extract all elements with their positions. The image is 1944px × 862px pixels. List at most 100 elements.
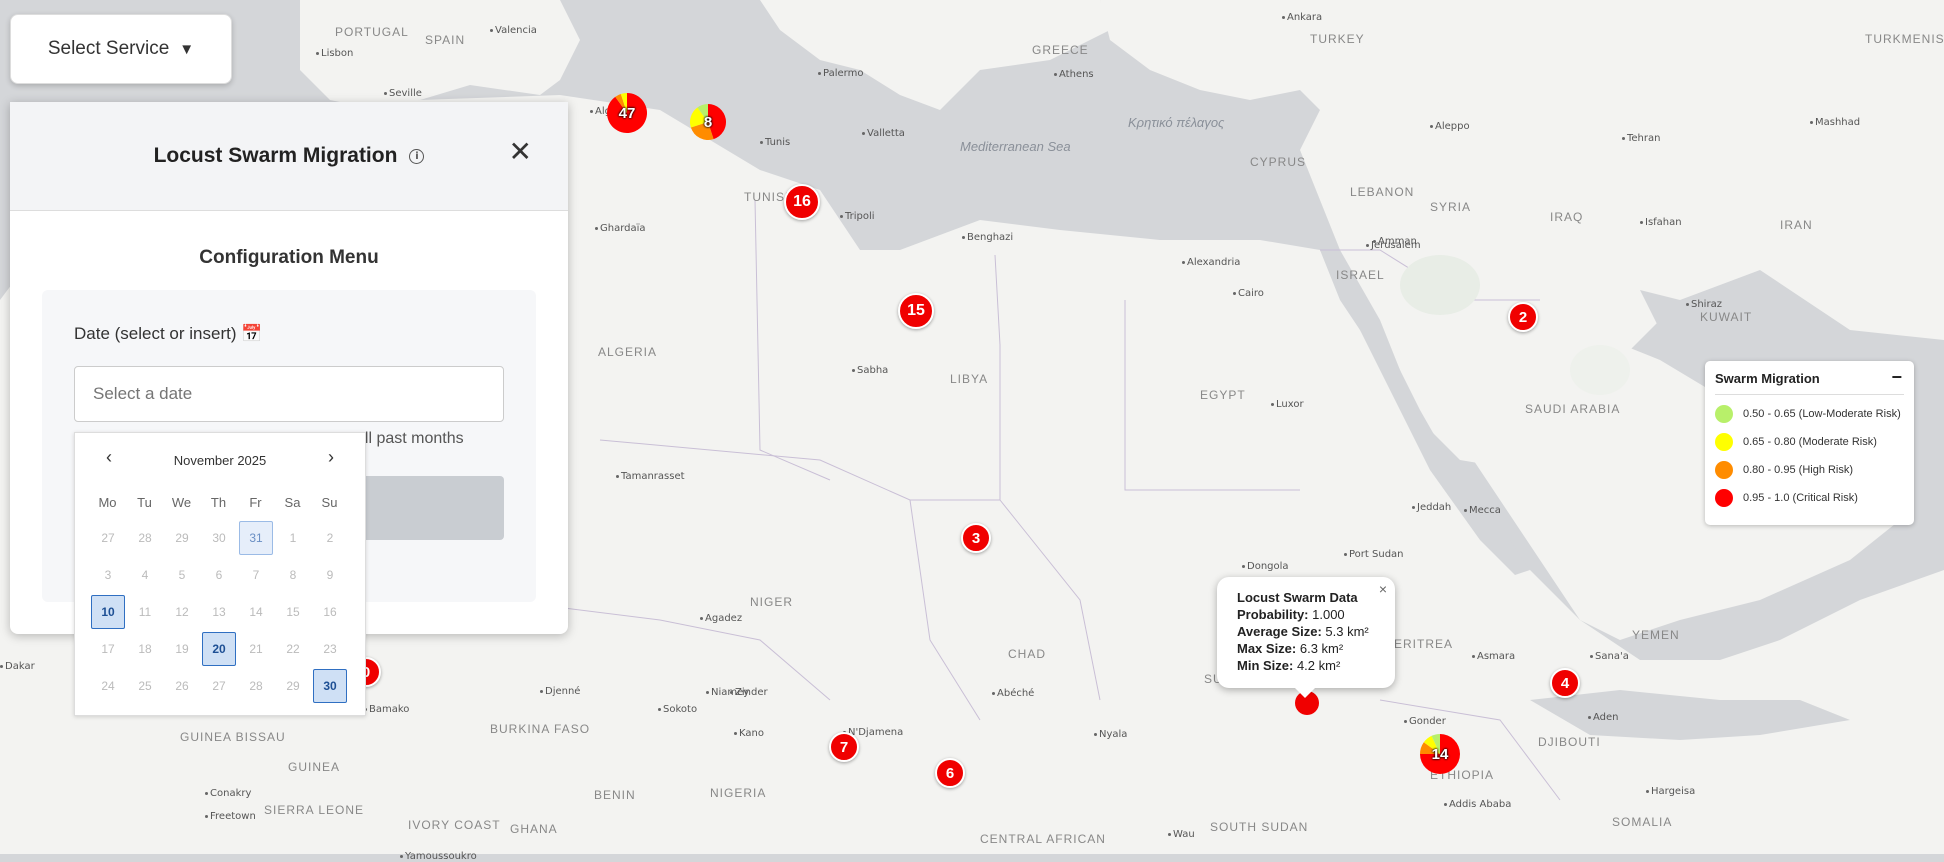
city-label: Abéché [992,688,1034,699]
calendar-day[interactable]: 28 [239,669,273,703]
city-dot-icon [862,131,865,135]
calendar-day[interactable]: 19 [165,632,199,666]
calendar-day[interactable]: 9 [313,558,347,592]
next-month-button[interactable]: › [319,447,343,468]
city-dot-icon [205,791,208,795]
calendar-day[interactable]: 24 [91,669,125,703]
calendar-day[interactable]: 16 [313,595,347,629]
weekday-label: We [171,495,192,510]
calendar-day[interactable]: 13 [202,595,236,629]
swarm-pie-cluster-marker[interactable]: 47 [607,93,647,133]
swarm-cluster-marker[interactable]: 15 [898,293,934,329]
country-label: ALGERIA [598,345,658,359]
calendar-day[interactable]: 7 [239,558,273,592]
city-dot-icon [1271,402,1274,406]
panel-header: Locust Swarm Migration i ✕ [10,102,568,211]
swarm-pie-cluster-marker[interactable]: 14 [1420,734,1460,774]
calendar-day[interactable]: 10 [91,595,125,629]
city-name: Zinder [735,687,768,698]
city-name: Nyala [1099,729,1128,740]
past-months-hint: all past months [356,430,464,447]
country-label: SOMALIA [1612,815,1673,829]
weekday-label: Fr [249,495,262,510]
calendar-day[interactable]: 4 [128,558,162,592]
calendar-day[interactable]: 2 [313,521,347,555]
calendar-day[interactable]: 29 [165,521,199,555]
calendar-day[interactable]: 27 [202,669,236,703]
calendar-day[interactable]: 12 [165,595,199,629]
calendar-day[interactable]: 28 [128,521,162,555]
city-label: Agadez [700,613,742,624]
city-label: Ankara [1282,12,1322,23]
calendar-day[interactable]: 3 [91,558,125,592]
calendar-day[interactable]: 17 [91,632,125,666]
calendar-day[interactable]: 11 [128,595,162,629]
city-dot-icon [1588,715,1591,719]
city-label: Addis Ababa [1444,799,1511,810]
calendar-day[interactable]: 15 [276,595,310,629]
calendar-day[interactable]: 5 [165,558,199,592]
calendar-day[interactable]: 29 [276,669,310,703]
popup-close-button[interactable]: × [1379,581,1387,598]
city-dot-icon [1366,243,1369,247]
country-label: ERITREA [1394,637,1454,651]
country-label: YEMEN [1632,628,1680,642]
swarm-cluster-marker[interactable]: 16 [784,184,820,220]
legend-minimize-button[interactable]: − [1891,367,1902,388]
select-service-button[interactable]: Select Service ▼ [10,14,232,84]
calendar-day[interactable]: 23 [313,632,347,666]
swarm-pie-cluster-marker[interactable]: 8 [690,104,726,140]
city-name: Addis Ababa [1449,799,1512,810]
legend-item: 0.80 - 0.95 (High Risk) [1715,461,1904,479]
city-label: Yamoussoukro [400,851,477,862]
country-label: GUINEA [288,760,341,774]
calendar-day[interactable]: 18 [128,632,162,666]
weekday-label: Th [210,495,227,510]
city-name: Isfahan [1645,217,1682,228]
date-picker-calendar: ‹ November 2025 › Mo Tu We Th Fr Sa Su 27 28 29 30… [74,432,366,716]
country-label: IVORY COAST [408,818,501,832]
weekday-label: Sa [284,495,301,510]
weekday-label: Tu [137,495,152,510]
swarm-cluster-marker[interactable]: 4 [1550,668,1580,698]
calendar-day[interactable]: 21 [239,632,273,666]
city-name: Palermo [823,68,864,79]
city-name: Benghazi [967,232,1014,243]
legend-swatch [1715,433,1733,451]
country-label: CENTRAL AFRICAN [980,832,1106,846]
calendar-day[interactable]: 26 [165,669,199,703]
country-label: LIBYA [950,372,989,386]
city-dot-icon [706,690,709,694]
city-name: Asmara [1477,651,1516,662]
swarm-cluster-marker[interactable]: 7 [829,732,859,762]
city-dot-icon [700,616,703,620]
swarm-cluster-marker[interactable]: 2 [1508,302,1538,332]
calendar-day[interactable]: 14 [239,595,273,629]
country-label: GREECE [1032,43,1089,57]
sea-label: Mediterranean Sea [960,139,1071,154]
calendar-day[interactable]: 22 [276,632,310,666]
city-name: Wau [1173,829,1195,840]
swarm-cluster-marker[interactable]: 6 [935,758,965,788]
calendar-day[interactable]: 20 [202,632,236,666]
calendar-day[interactable]: 1 [276,521,310,555]
country-label: TURKMENIST [1865,32,1944,46]
close-panel-button[interactable]: ✕ [509,138,532,166]
calendar-day[interactable]: 31 [239,521,273,555]
city-dot-icon [590,109,593,113]
swarm-cluster-marker[interactable]: 3 [961,523,991,553]
city-label: Tunis [760,137,790,148]
city-dot-icon [730,690,733,694]
date-input[interactable] [74,366,504,422]
calendar-day[interactable]: 6 [202,558,236,592]
popup-row-value: 1.000 [1312,607,1345,622]
calendar-day[interactable]: 27 [91,521,125,555]
calendar-day[interactable]: 8 [276,558,310,592]
popup-row-value: 4.2 km² [1296,658,1341,673]
info-icon[interactable]: i [409,148,425,164]
calendar-day[interactable]: 25 [128,669,162,703]
calendar-day[interactable]: 30 [313,669,347,703]
calendar-day[interactable]: 30 [202,521,236,555]
city-label: Kano [734,728,764,739]
config-menu-title: Configuration Menu [199,247,379,268]
